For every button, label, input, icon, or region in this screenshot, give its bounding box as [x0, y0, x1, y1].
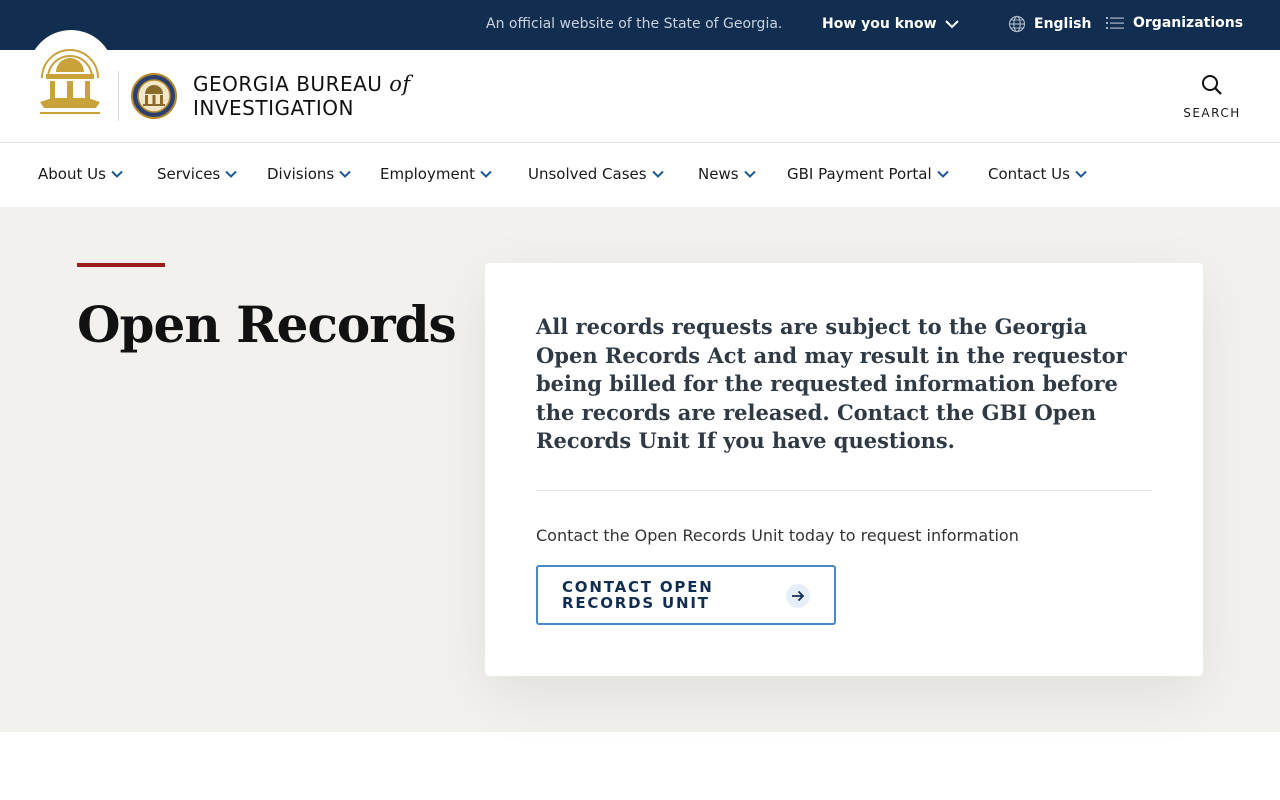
- info-card: All records requests are subject to the …: [485, 263, 1203, 676]
- chevron-down-icon: [944, 20, 959, 29]
- site-header: GEORGIA BUREAU of INVESTIGATION SEARCH: [0, 30, 1280, 143]
- chevron-down-icon: [480, 170, 492, 178]
- nav-label: Unsolved Cases: [528, 165, 647, 183]
- nav-news[interactable]: News: [698, 165, 756, 183]
- chevron-down-icon: [743, 170, 756, 178]
- chevron-down-icon: [339, 170, 351, 178]
- nav-label: Services: [157, 165, 221, 183]
- card-lead-text: All records requests are subject to the …: [536, 314, 1127, 454]
- brand-line1: GEORGIA BUREAU: [193, 72, 383, 96]
- language-label: English: [1034, 16, 1092, 32]
- how-you-know-label: How you know: [822, 16, 937, 32]
- contact-open-records-button[interactable]: CONTACT OPEN RECORDS UNIT: [536, 565, 836, 625]
- nav-label: About Us: [38, 165, 106, 183]
- search-icon: [1202, 75, 1222, 95]
- chevron-down-icon: [936, 170, 949, 178]
- nav-gbi-payment-portal[interactable]: GBI Payment Portal: [787, 165, 949, 183]
- how-you-know-button[interactable]: How you know: [822, 16, 959, 32]
- chevron-down-icon: [1075, 170, 1087, 178]
- brand-line2: INVESTIGATION: [193, 96, 354, 120]
- nav-label: Contact Us: [988, 165, 1070, 183]
- brand-of: of: [389, 72, 411, 96]
- language-selector[interactable]: English: [1008, 15, 1091, 33]
- official-site-text: An official website of the State of Geor…: [486, 16, 783, 32]
- globe-icon: [1008, 15, 1026, 33]
- nav-about-us[interactable]: About Us: [38, 165, 123, 183]
- title-accent-bar: [77, 263, 165, 267]
- arrow-right-icon: [786, 584, 810, 608]
- nav-employment[interactable]: Employment: [380, 165, 492, 183]
- chevron-down-icon: [111, 170, 123, 178]
- page-title: Open Records: [77, 295, 457, 354]
- list-icon: [1106, 17, 1124, 29]
- organizations-button[interactable]: Organizations: [1105, 15, 1243, 31]
- logo-divider: [118, 71, 119, 121]
- nav-contact-us[interactable]: Contact Us: [988, 165, 1087, 183]
- site-brand[interactable]: GEORGIA BUREAU of INVESTIGATION: [193, 72, 411, 120]
- nav-label: GBI Payment Portal: [787, 165, 932, 183]
- nav-label: Divisions: [267, 165, 335, 183]
- organizations-label: Organizations: [1133, 15, 1244, 31]
- search-label: SEARCH: [1183, 106, 1241, 120]
- nav-label: Employment: [380, 165, 476, 183]
- chevron-down-icon: [651, 170, 664, 178]
- main-nav: About Us Services Divisions Employment U…: [0, 143, 1280, 207]
- card-sub-text: Contact the Open Records Unit today to r…: [536, 526, 1019, 545]
- nav-divisions[interactable]: Divisions: [267, 165, 351, 183]
- nav-label: News: [698, 165, 739, 183]
- gbi-badge-icon[interactable]: [131, 70, 177, 122]
- official-banner: An official website of the State of Geor…: [0, 0, 1280, 50]
- nav-services[interactable]: Services: [157, 165, 237, 183]
- nav-unsolved-cases[interactable]: Unsolved Cases: [528, 165, 664, 183]
- page-hero: Open Records All records requests are su…: [0, 207, 1280, 732]
- contact-button-label: CONTACT OPEN RECORDS UNIT: [562, 578, 714, 612]
- georgia-state-seal-icon[interactable]: [36, 42, 104, 116]
- chevron-down-icon: [225, 170, 237, 178]
- search-button[interactable]: SEARCH: [1180, 74, 1244, 120]
- card-divider: [536, 490, 1152, 491]
